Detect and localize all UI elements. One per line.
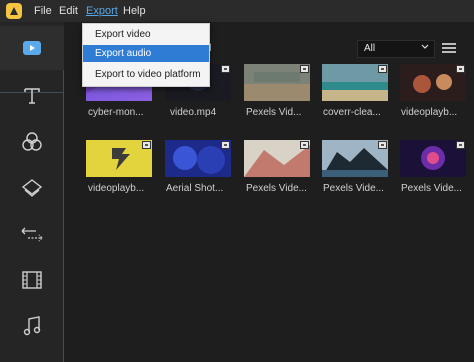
- sidebar-item-overlays[interactable]: [0, 166, 64, 210]
- sidebar-item-music[interactable]: [0, 304, 64, 348]
- select-checkbox[interactable]: [456, 65, 465, 73]
- menu-export[interactable]: Export: [86, 0, 118, 22]
- media-caption: videoplayb...: [88, 183, 145, 194]
- export-dropdown-menu: Export video Export audio Export to vide…: [82, 23, 210, 87]
- filter-value: All: [364, 43, 376, 54]
- elements-icon: [22, 271, 42, 289]
- select-checkbox[interactable]: [378, 65, 387, 73]
- text-icon: [24, 88, 40, 104]
- select-checkbox[interactable]: [221, 141, 230, 149]
- media-caption: cyber-mon...: [88, 107, 144, 118]
- menu-help[interactable]: Help: [123, 0, 146, 22]
- media-thumbnail[interactable]: [400, 140, 466, 177]
- media-caption: Pexels Vide...: [246, 183, 307, 194]
- sidebar-item-filters[interactable]: [0, 120, 64, 164]
- overlays-icon: [21, 179, 43, 197]
- chevron-down-icon: [421, 43, 429, 54]
- media-thumbnail[interactable]: [86, 140, 152, 177]
- select-checkbox[interactable]: [456, 141, 465, 149]
- menu-bar: File Edit Export Help: [0, 0, 474, 22]
- transitions-icon: [21, 227, 43, 242]
- media-caption: Aerial Shot...: [166, 183, 224, 194]
- media-caption: Pexels Vide...: [323, 183, 384, 194]
- select-checkbox[interactable]: [300, 65, 309, 73]
- sidebar-item-elements[interactable]: [0, 258, 64, 302]
- sidebar-item-media[interactable]: [0, 26, 64, 70]
- menu-item-export-platform[interactable]: Export to video platform: [83, 66, 209, 83]
- app-logo-icon: [6, 3, 22, 19]
- menu-item-export-video[interactable]: Export video: [83, 26, 209, 43]
- select-checkbox[interactable]: [221, 65, 230, 73]
- media-thumbnail[interactable]: [400, 64, 466, 101]
- media-thumbnail[interactable]: [165, 140, 231, 177]
- media-caption: videoplayb...: [401, 107, 458, 118]
- filters-icon: [22, 132, 42, 151]
- sidebar-item-transitions[interactable]: [0, 212, 64, 256]
- media-caption: coverr-clea...: [323, 107, 381, 118]
- sidebar-item-text[interactable]: [0, 74, 64, 118]
- media-thumbnail[interactable]: [322, 140, 388, 177]
- video-media-icon: [23, 41, 41, 55]
- list-view-icon[interactable]: [442, 41, 456, 55]
- select-checkbox[interactable]: [142, 141, 151, 149]
- media-caption: Pexels Vide...: [401, 183, 462, 194]
- music-icon: [23, 316, 41, 336]
- select-checkbox[interactable]: [300, 141, 309, 149]
- media-filter-select[interactable]: All: [357, 40, 435, 58]
- sidebar: [0, 22, 64, 362]
- menu-edit[interactable]: Edit: [59, 0, 78, 22]
- media-thumbnail[interactable]: [322, 64, 388, 101]
- select-checkbox[interactable]: [378, 141, 387, 149]
- media-thumbnail[interactable]: [244, 64, 310, 101]
- menu-file[interactable]: File: [34, 0, 52, 22]
- media-caption: Pexels Vid...: [246, 107, 302, 118]
- menu-item-export-audio[interactable]: Export audio: [83, 45, 209, 62]
- media-caption: video.mp4: [170, 107, 217, 118]
- media-thumbnail[interactable]: [244, 140, 310, 177]
